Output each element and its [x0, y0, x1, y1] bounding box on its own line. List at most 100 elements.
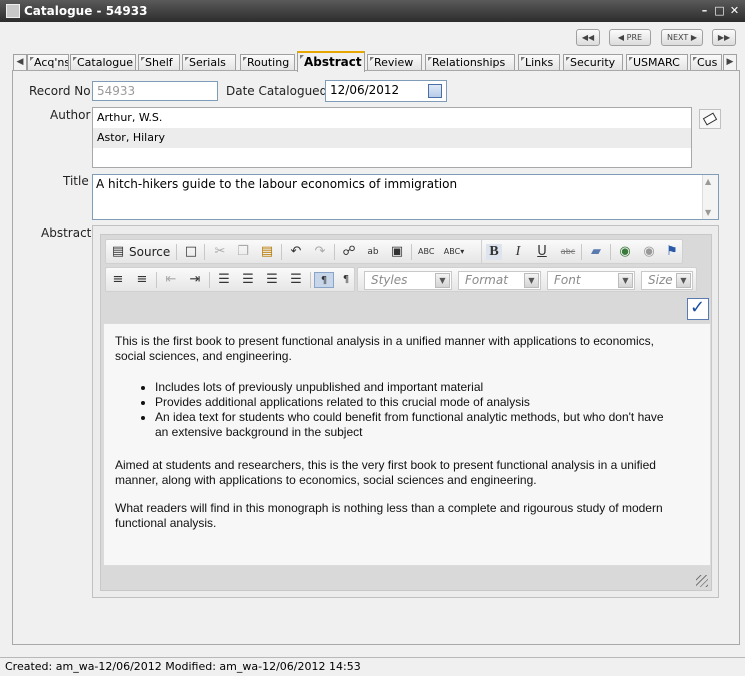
double-chevron-left-icon: ◀◀ — [581, 33, 595, 42]
confirm-button[interactable]: ✓ — [687, 297, 709, 320]
chevron-left-icon: ◀ — [617, 33, 627, 42]
record-no-field: 54933 — [92, 81, 218, 101]
list-item[interactable]: Astor, Hilary — [93, 128, 691, 148]
new-page-icon[interactable]: □ — [183, 244, 199, 260]
toolbar-separator — [156, 272, 157, 288]
align-center-icon[interactable]: ☰ — [240, 272, 256, 288]
list-item: An idea text for students who could bene… — [155, 410, 680, 440]
scroll-down-icon[interactable]: ▼ — [705, 208, 711, 217]
tab-relationships[interactable]: Relationships — [425, 54, 515, 71]
author-label: Author — [50, 108, 91, 122]
edit-author-button[interactable] — [699, 109, 721, 129]
toolbar-separator — [610, 244, 611, 260]
spellcheck-as-you-type-icon[interactable]: ABC▾ — [442, 244, 466, 260]
tab-scroll-right-button[interactable]: ▶ — [723, 54, 737, 71]
unlink-icon[interactable]: ◉ — [641, 244, 657, 260]
italic-icon[interactable]: I — [510, 244, 526, 260]
record-no-label: Record No — [29, 84, 91, 98]
find-icon[interactable]: ☍ — [341, 244, 357, 260]
toolbar-separator — [581, 244, 582, 260]
text-direction-ltr-icon[interactable]: ¶ — [314, 272, 334, 288]
outdent-icon[interactable]: ⇤ — [163, 272, 179, 288]
minimize-icon[interactable]: – — [698, 4, 711, 17]
source-button[interactable]: Source — [129, 244, 170, 260]
replace-icon[interactable]: ab — [365, 244, 381, 260]
dropdown-arrow-icon[interactable]: ▼ — [618, 273, 633, 288]
justify-icon[interactable]: ☰ — [288, 272, 304, 288]
date-catalogued-value: 12/06/2012 — [330, 83, 400, 97]
window-titlebar: Catalogue - 54933 – □ ✕ — [0, 0, 745, 22]
close-icon[interactable]: ✕ — [728, 4, 741, 17]
abstract-paragraph: What readers will find in this monograph… — [115, 501, 663, 530]
tab-review[interactable]: Review — [367, 54, 422, 71]
select-all-icon[interactable]: ▣ — [389, 244, 405, 260]
link-icon[interactable]: ◉ — [617, 244, 633, 260]
font-placeholder: Font — [554, 273, 581, 287]
scroll-up-icon[interactable]: ▲ — [705, 177, 711, 186]
dropdown-arrow-icon[interactable]: ▼ — [524, 273, 539, 288]
toolbar-separator — [281, 244, 282, 260]
dropdown-arrow-icon[interactable]: ▼ — [435, 273, 450, 288]
spellcheck-icon[interactable]: ABC — [418, 244, 434, 260]
copy-icon[interactable]: ❐ — [235, 244, 251, 260]
app-icon — [6, 4, 20, 18]
calendar-icon[interactable] — [428, 84, 442, 98]
resize-handle-icon[interactable] — [696, 575, 708, 587]
toolbar-separator — [310, 272, 311, 288]
arrow-right-icon: ▶ — [726, 57, 734, 67]
tab-acqns[interactable]: Acq'ns — [27, 54, 69, 71]
title-field[interactable]: A hitch-hikers guide to the labour econo… — [92, 174, 719, 220]
remove-format-icon[interactable]: ▰ — [588, 244, 604, 260]
paste-icon[interactable]: ▤ — [259, 244, 275, 260]
toolbar-separator — [334, 244, 335, 260]
bold-icon[interactable]: B — [486, 244, 502, 260]
list-item: Includes lots of previously unpublished … — [155, 380, 680, 395]
abstract-editor: ▤ Source □ ✂ ❐ ▤ ↶ ↷ ☍ ab ▣ ABC ABC▾ B I… — [100, 234, 712, 591]
size-dropdown[interactable]: Size ▼ — [641, 271, 693, 290]
source-icon[interactable]: ▤ — [110, 244, 126, 260]
list-item[interactable]: Arthur, W.S. — [93, 108, 691, 128]
first-record-button[interactable]: ◀◀ — [576, 29, 600, 46]
prev-record-button[interactable]: ◀ PRE — [609, 29, 651, 46]
strikethrough-icon[interactable]: abc — [558, 244, 578, 260]
redo-icon[interactable]: ↷ — [312, 244, 328, 260]
tab-abstract[interactable]: Abstract — [297, 51, 365, 72]
date-catalogued-field[interactable]: 12/06/2012 — [325, 80, 447, 102]
undo-icon[interactable]: ↶ — [288, 244, 304, 260]
abstract-paragraph: This is the first book to present functi… — [115, 334, 654, 363]
bulleted-list-icon[interactable]: ≡ — [134, 272, 150, 288]
styles-dropdown[interactable]: Styles ▼ — [364, 271, 452, 290]
tab-shelf[interactable]: Shelf — [138, 54, 180, 71]
tab-catalogue[interactable]: Catalogue — [70, 54, 136, 71]
underline-icon[interactable]: U — [534, 244, 550, 260]
numbered-list-icon[interactable]: ≡ — [110, 272, 126, 288]
cut-icon[interactable]: ✂ — [212, 244, 228, 260]
align-right-icon[interactable]: ☰ — [264, 272, 280, 288]
anchor-flag-icon[interactable]: ⚑ — [664, 244, 680, 260]
tab-serials[interactable]: Serials — [182, 54, 236, 71]
last-record-button[interactable]: ▶▶ — [712, 29, 736, 46]
toolbar-separator — [411, 244, 412, 260]
tab-custom[interactable]: Cus — [690, 54, 722, 71]
tab-routing[interactable]: Routing — [240, 54, 295, 71]
maximize-icon[interactable]: □ — [713, 4, 726, 17]
list-item: Provides additional applications related… — [155, 395, 680, 410]
tab-scroll-left-button[interactable]: ◀ — [13, 54, 27, 71]
tab-links[interactable]: Links — [518, 54, 560, 71]
tab-security[interactable]: Security — [563, 54, 623, 71]
next-label: NEXT — [667, 33, 689, 42]
dropdown-arrow-icon[interactable]: ▼ — [676, 273, 691, 288]
title-scrollbar[interactable]: ▲ ▼ — [702, 175, 718, 219]
abstract-content[interactable]: This is the first book to present functi… — [103, 323, 711, 566]
text-direction-rtl-icon[interactable]: ¶ — [338, 272, 354, 288]
font-dropdown[interactable]: Font ▼ — [547, 271, 635, 290]
align-left-icon[interactable]: ☰ — [216, 272, 232, 288]
author-list[interactable]: Arthur, W.S. Astor, Hilary — [92, 107, 692, 168]
format-dropdown[interactable]: Format ▼ — [458, 271, 541, 290]
indent-icon[interactable]: ⇥ — [187, 272, 203, 288]
tab-usmarc[interactable]: USMARC — [626, 54, 688, 71]
eraser-icon — [702, 112, 718, 126]
status-bar: Created: am_wa-12/06/2012 Modified: am_w… — [0, 657, 745, 676]
next-record-button[interactable]: NEXT ▶ — [661, 29, 703, 46]
editor-toolbar-format: Styles ▼ Format ▼ Font ▼ Size ▼ — [357, 267, 697, 292]
